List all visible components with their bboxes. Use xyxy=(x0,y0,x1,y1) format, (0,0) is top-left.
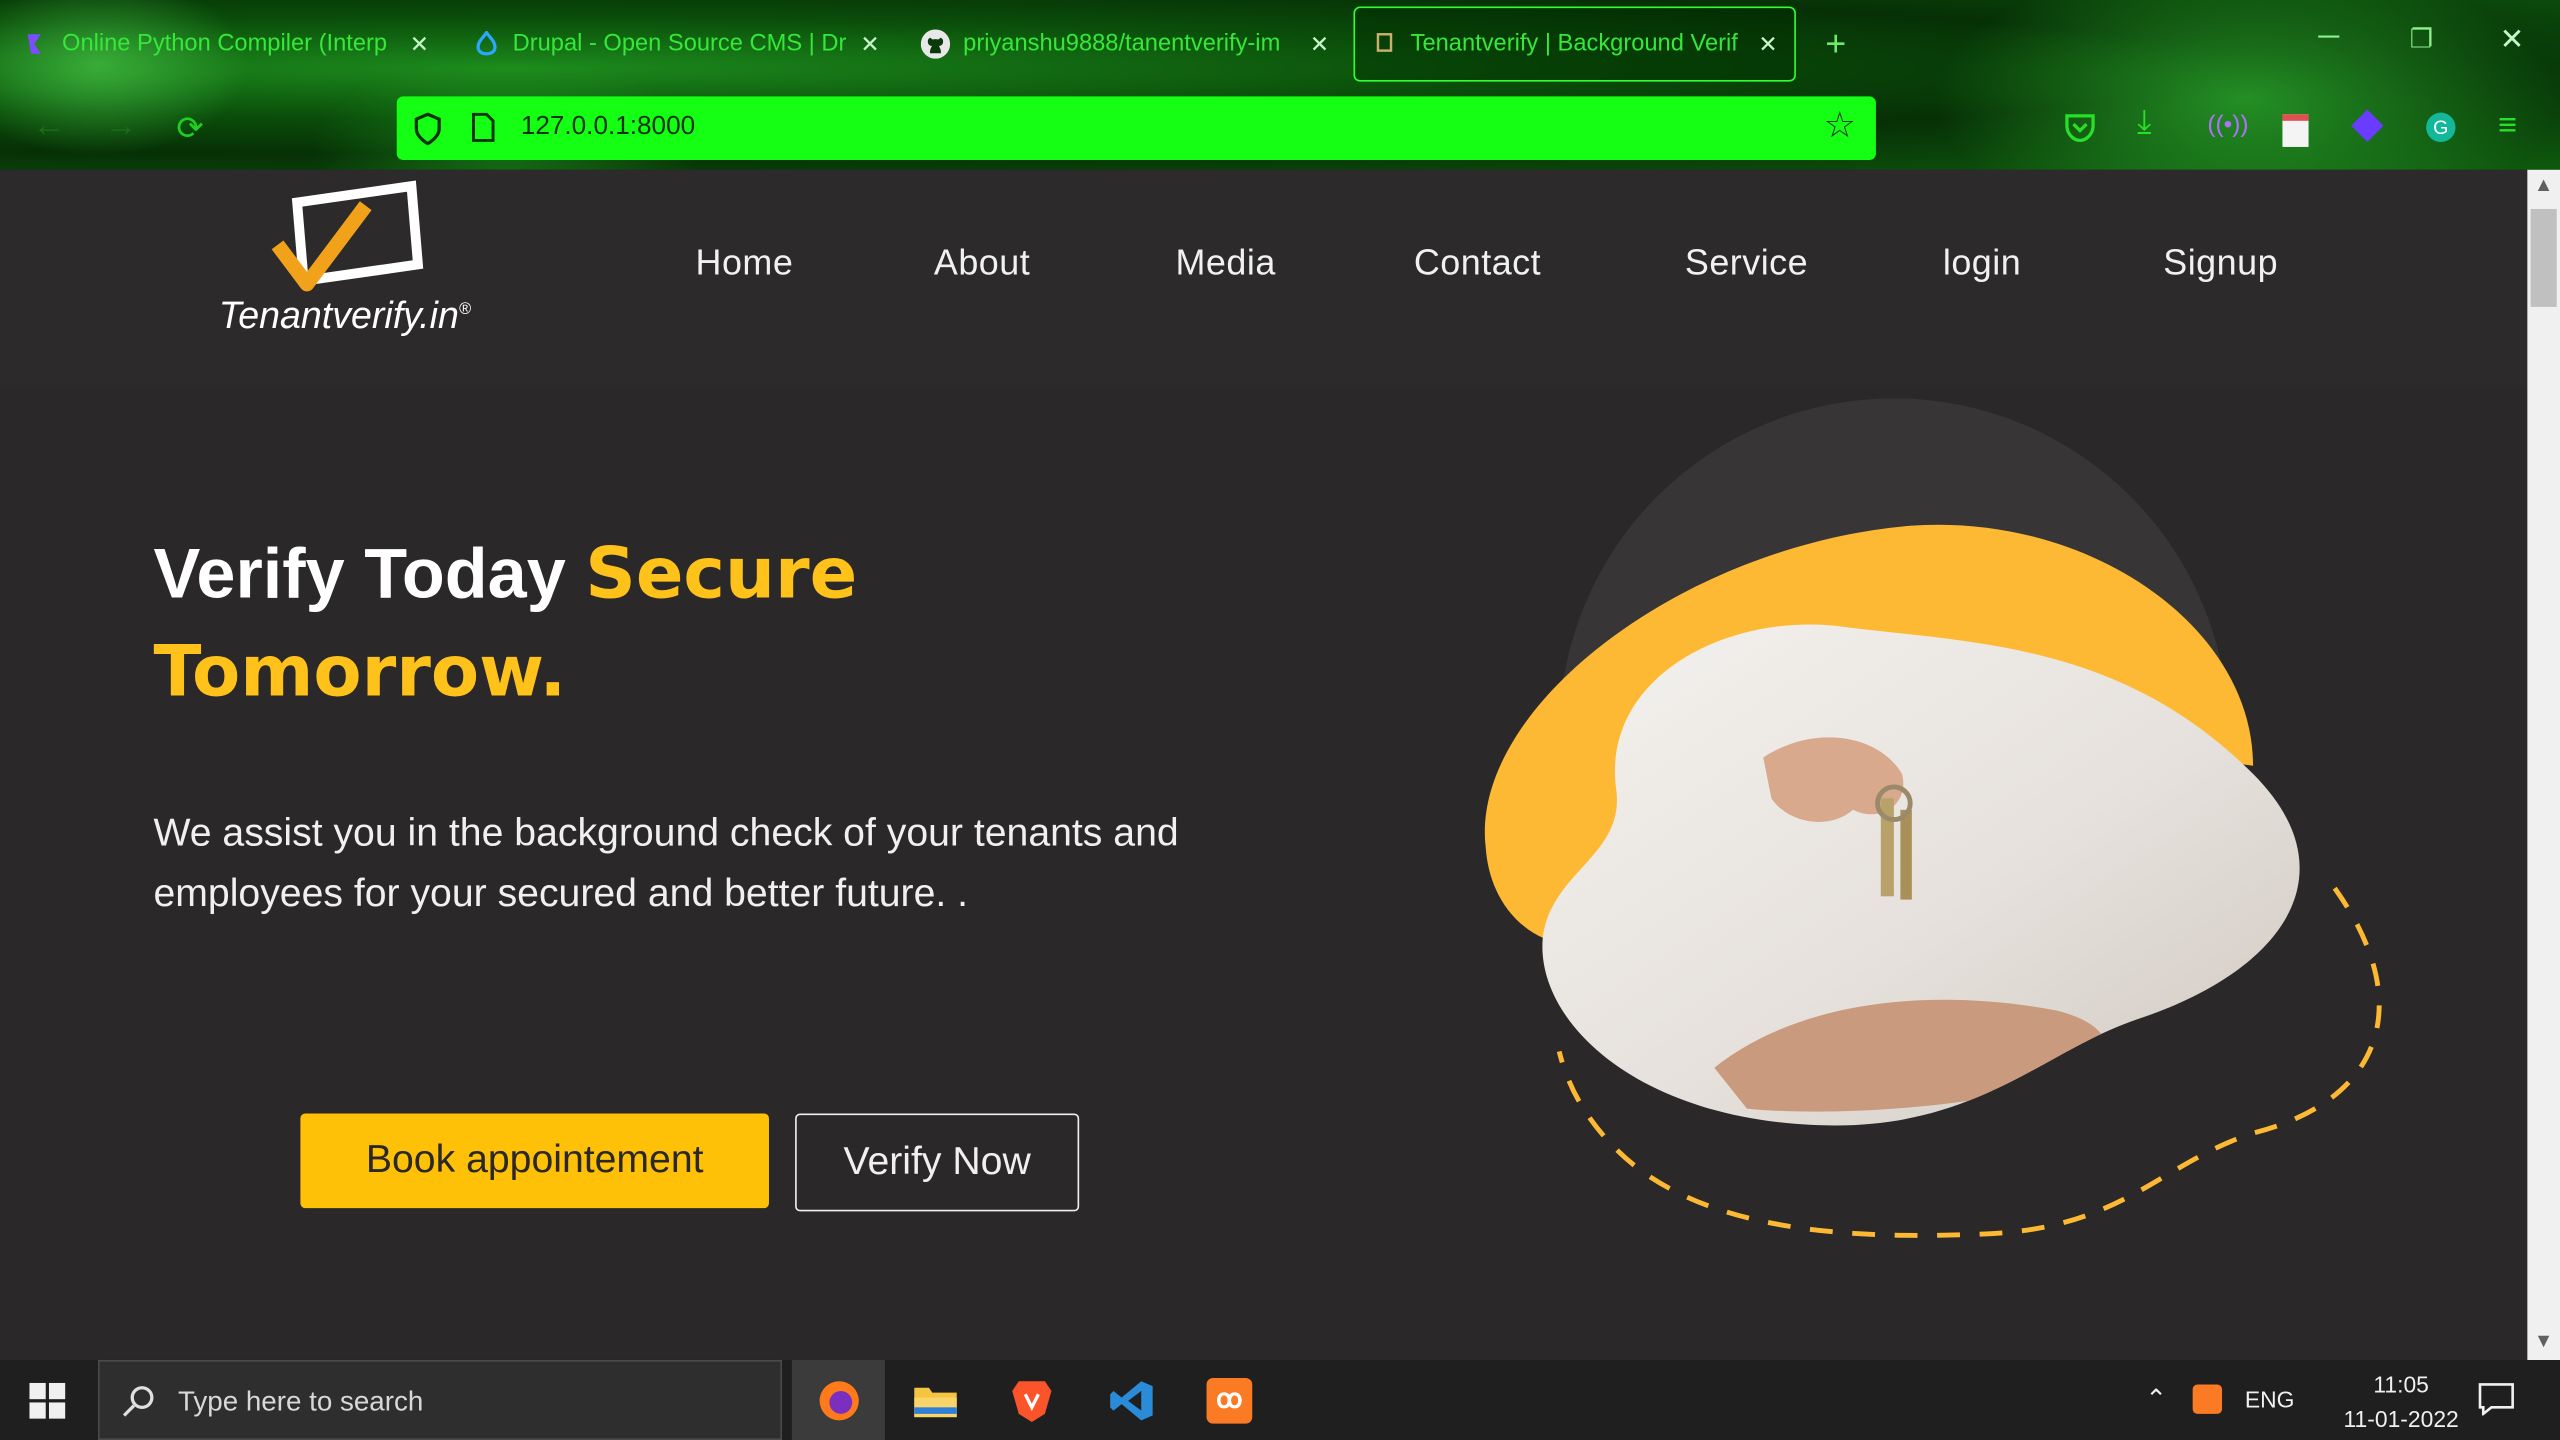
bookmark-star-icon[interactable]: ☆ xyxy=(1824,104,1856,146)
browser-chrome: Online Python Compiler (Interp ✕ Drupal … xyxy=(0,0,2560,170)
site-header: Tenantverify.in® Home About Media Contac… xyxy=(0,169,2528,389)
page-icon xyxy=(471,112,495,142)
close-window-icon[interactable]: ✕ xyxy=(2500,23,2525,57)
tab-python-compiler[interactable]: Online Python Compiler (Interp ✕ xyxy=(23,7,431,82)
verify-now-button[interactable]: Verify Now xyxy=(795,1113,1080,1212)
close-tab-icon[interactable]: ✕ xyxy=(1758,30,1777,58)
hero-illustration xyxy=(1484,398,2382,1238)
grammarly-icon[interactable]: G xyxy=(2426,112,2456,143)
brave-browser-icon[interactable] xyxy=(1002,1373,1061,1429)
file-explorer-icon[interactable] xyxy=(906,1373,965,1429)
logo-checkmark-icon xyxy=(271,180,424,292)
scroll-thumb[interactable] xyxy=(2530,208,2557,307)
pocket-icon[interactable] xyxy=(2064,111,2097,144)
tab-github[interactable]: priyanshu9888/tanentverify-im ✕ xyxy=(920,7,1329,82)
nav-home[interactable]: Home xyxy=(696,242,794,284)
hero-description: We assist you in the background check of… xyxy=(153,811,1179,916)
nav-signup[interactable]: Signup xyxy=(2163,242,2278,284)
clock[interactable]: 11:05 11-01-2022 xyxy=(2344,1368,2459,1437)
url-text[interactable]: 127.0.0.1:8000 xyxy=(521,113,695,142)
address-bar[interactable]: 127.0.0.1:8000 ☆ xyxy=(396,96,1876,160)
language-indicator[interactable]: ENG xyxy=(2245,1386,2295,1412)
search-icon xyxy=(122,1386,154,1417)
firefox-taskbar-icon[interactable] xyxy=(791,1359,885,1440)
github-icon xyxy=(920,29,951,59)
hero-title: Verify Today Secure Tomorrow. xyxy=(153,533,858,714)
nav-about[interactable]: About xyxy=(934,242,1030,284)
logo-text: Tenantverify.in® xyxy=(218,293,471,337)
python-compiler-icon xyxy=(27,34,41,54)
tenantverify-icon xyxy=(1376,33,1393,52)
web-page: Tenantverify.in® Home About Media Contac… xyxy=(0,169,2528,1360)
xampp-tray-icon[interactable] xyxy=(2192,1384,2223,1414)
vscode-icon[interactable] xyxy=(1102,1373,1161,1429)
notifications-icon[interactable] xyxy=(2478,1383,2514,1416)
page-scrollbar[interactable]: ▲ ▼ xyxy=(2527,169,2560,1360)
close-tab-icon[interactable]: ✕ xyxy=(1310,30,1329,58)
close-tab-icon[interactable]: ✕ xyxy=(410,30,429,58)
nav-contact[interactable]: Contact xyxy=(1414,242,1541,284)
nav-login[interactable]: login xyxy=(1943,242,2021,284)
download-icon[interactable]: ⤓ xyxy=(2137,104,2151,142)
menu-icon[interactable]: ≡ xyxy=(2498,108,2517,146)
back-icon[interactable]: ← xyxy=(33,108,66,146)
reload-icon[interactable]: ⟳ xyxy=(176,108,203,149)
minimize-icon[interactable]: ─ xyxy=(2318,20,2339,54)
close-tab-icon[interactable]: ✕ xyxy=(860,30,879,58)
extension-broadcast-icon[interactable]: ((•)) xyxy=(2207,111,2248,139)
tab-drupal[interactable]: Drupal - Open Source CMS | Dr ✕ xyxy=(473,7,881,82)
new-tab-icon[interactable]: + xyxy=(1825,23,1846,65)
shield-icon[interactable] xyxy=(413,112,442,146)
drupal-icon xyxy=(476,31,497,56)
tab-tenantverify[interactable]: Tenantverify | Background Verif ✕ xyxy=(1353,6,1796,82)
windows-start-icon[interactable] xyxy=(29,1382,66,1419)
tray-expand-icon[interactable]: ⌃ xyxy=(2145,1383,2167,1416)
windows-taskbar: Type here to search ꝏ ⌃ ENG 11:05 11-01-… xyxy=(0,1359,2560,1440)
scroll-down-icon[interactable]: ▼ xyxy=(2534,1329,2553,1352)
xampp-icon[interactable]: ꝏ xyxy=(1200,1373,1259,1429)
nav-service[interactable]: Service xyxy=(1685,242,1808,284)
book-appointment-button[interactable]: Book appointement xyxy=(300,1113,769,1209)
taskbar-search-box[interactable]: Type here to search xyxy=(97,1359,783,1440)
scroll-up-icon[interactable]: ▲ xyxy=(2534,173,2553,196)
site-logo[interactable]: Tenantverify.in® xyxy=(212,180,506,360)
extension-calendar-icon[interactable] xyxy=(2282,114,2309,147)
restore-icon[interactable]: ❐ xyxy=(2410,23,2433,56)
forward-icon[interactable]: → xyxy=(104,108,137,146)
nav-media[interactable]: Media xyxy=(1176,242,1276,284)
